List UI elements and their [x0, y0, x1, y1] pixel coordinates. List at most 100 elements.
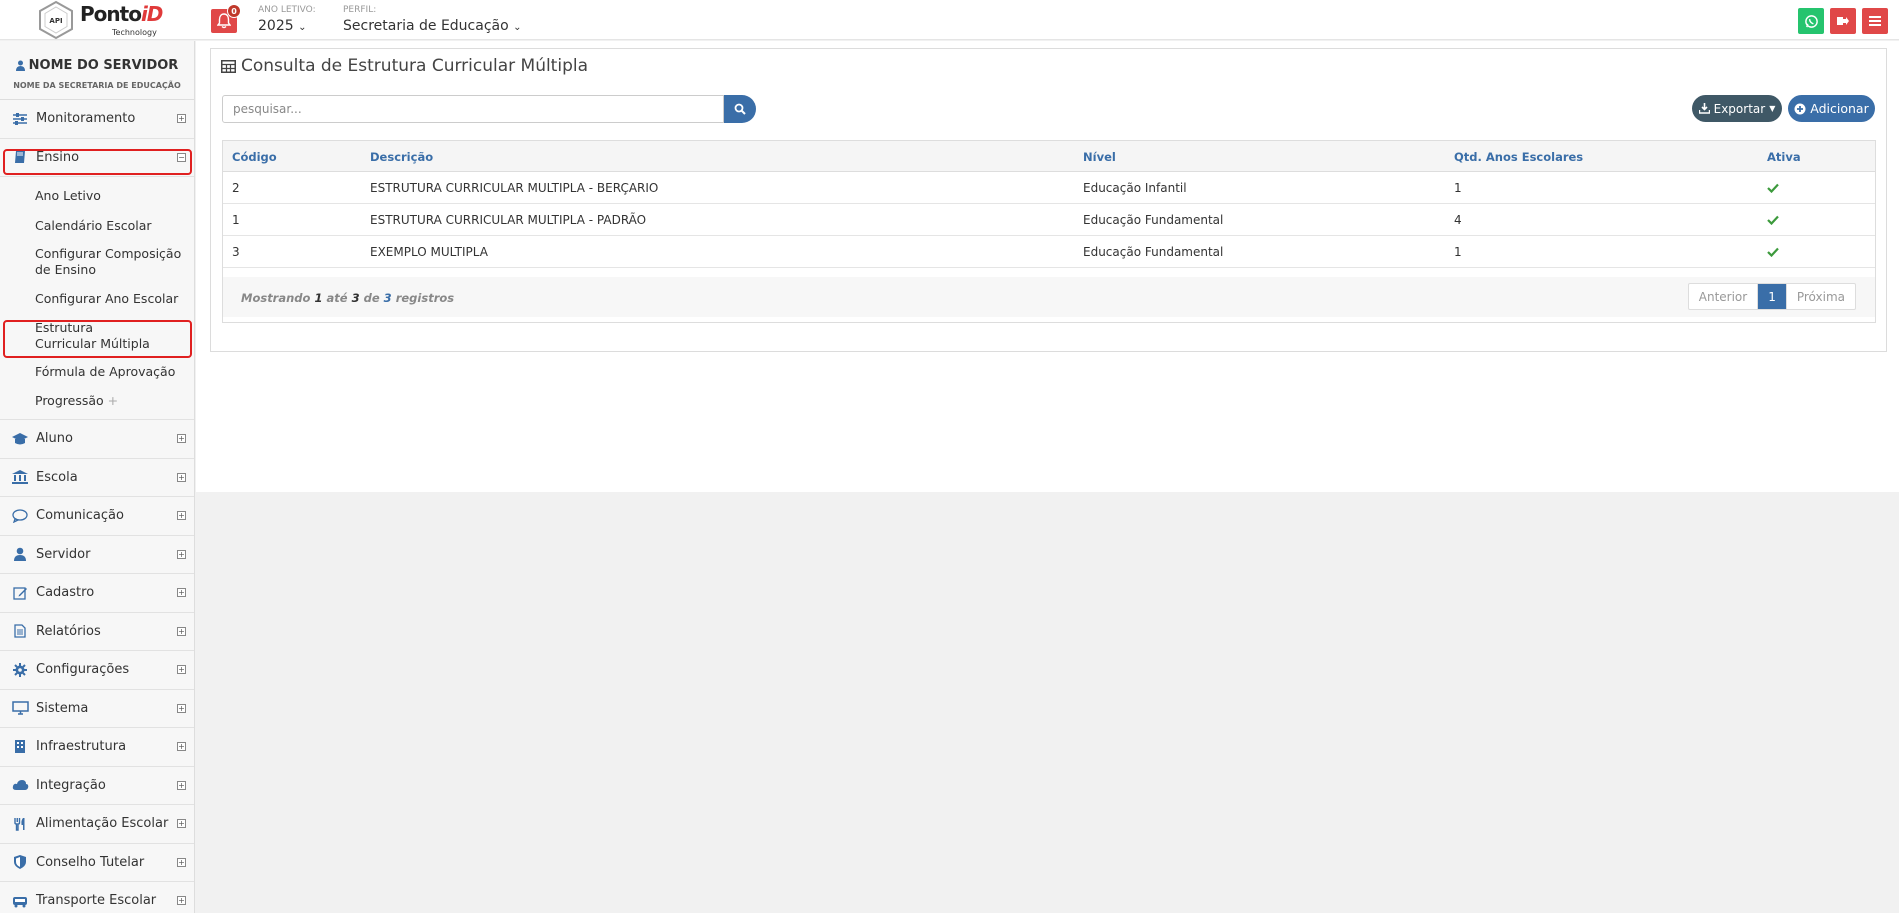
- records-info: Mostrando 1 até 3 de 3 registros: [241, 291, 455, 305]
- cell-descricao: ESTRUTURA CURRICULAR MULTIPLA - PADRÃO: [370, 213, 647, 227]
- whatsapp-button[interactable]: [1798, 8, 1824, 34]
- sidebar-subitem-ano-letivo[interactable]: Ano Letivo: [0, 181, 194, 212]
- column-header-descricao[interactable]: Descrição: [370, 150, 433, 164]
- sidebar-item-cadastro[interactable]: Cadastro +: [0, 574, 194, 613]
- logo-hex-icon: API: [39, 0, 73, 40]
- search-button[interactable]: [724, 95, 756, 123]
- sidebar-item-alimentacao-escolar[interactable]: Alimentação Escolar +: [0, 805, 194, 844]
- sidebar-item-transporte-escolar[interactable]: Transporte Escolar +: [0, 882, 194, 913]
- download-icon: [1698, 103, 1710, 114]
- expand-icon[interactable]: +: [177, 819, 186, 828]
- hamburger-icon: [1869, 16, 1881, 26]
- search-input[interactable]: [222, 95, 724, 123]
- cell-nivel: Educação Fundamental: [1083, 245, 1224, 259]
- results-table: Código Descrição Nível Qtd. Anos Escolar…: [222, 140, 1876, 323]
- file-text-icon: [10, 623, 30, 639]
- perfil-select[interactable]: Secretaria de Educação ⌄: [343, 18, 522, 34]
- sidebar-subitem-progressao[interactable]: Progressão +: [0, 387, 194, 415]
- cell-nivel: Educação Fundamental: [1083, 213, 1224, 227]
- search-icon: [734, 103, 746, 115]
- cell-qtd: 1: [1454, 245, 1462, 259]
- chat-bubble-icon: [10, 508, 30, 524]
- add-button[interactable]: Adicionar: [1788, 95, 1875, 122]
- sidebar-item-integracao[interactable]: Integração +: [0, 767, 194, 805]
- expand-icon[interactable]: +: [177, 511, 186, 520]
- cell-qtd: 1: [1454, 181, 1462, 195]
- logo[interactable]: API PontoiD Technology: [36, 0, 163, 40]
- ano-letivo-select[interactable]: 2025 ⌄: [258, 18, 306, 34]
- table-row[interactable]: 1 ESTRUTURA CURRICULAR MULTIPLA - PADRÃO…: [223, 204, 1875, 236]
- gear-icon: [10, 662, 30, 678]
- sidebar-item-ensino[interactable]: Ensino −: [0, 139, 194, 177]
- sidebar-item-conselho-tutelar[interactable]: Conselho Tutelar +: [0, 844, 194, 882]
- user-name: NOME DO SERVIDOR: [28, 58, 179, 73]
- user-secretaria: NOME DA SECRETARIA DE EDUCAÇÃO: [13, 81, 181, 90]
- collapse-icon[interactable]: −: [177, 152, 186, 162]
- expand-icon[interactable]: +: [177, 742, 186, 751]
- chevron-down-icon: ⌄: [513, 22, 522, 33]
- sidebar-item-sistema[interactable]: Sistema +: [0, 690, 194, 728]
- expand-icon[interactable]: +: [177, 114, 186, 123]
- perfil-label: PERFIL:: [343, 5, 377, 15]
- logo-subtitle: Technology: [112, 28, 157, 37]
- sidebar-subitem-configurar-ano-escolar[interactable]: Configurar Ano Escolar: [0, 285, 194, 314]
- expand-icon[interactable]: +: [177, 588, 186, 597]
- sidebar-item-infraestrutura[interactable]: Infraestrutura +: [0, 728, 194, 767]
- expand-icon[interactable]: +: [177, 665, 186, 674]
- column-header-nivel[interactable]: Nível: [1083, 150, 1116, 164]
- ano-letivo-label: ANO LETIVO:: [258, 5, 316, 15]
- table-row[interactable]: 2 ESTRUTURA CURRICULAR MULTIPLA - BERÇAR…: [223, 172, 1875, 204]
- sidebar-subitem-formula-aprovacao[interactable]: Fórmula de Aprovação: [0, 358, 194, 387]
- expand-icon[interactable]: +: [177, 626, 186, 636]
- sidebar-item-monitoramento[interactable]: Monitoramento +: [0, 100, 194, 139]
- pagination-next[interactable]: Próxima: [1785, 284, 1855, 309]
- expand-icon[interactable]: +: [177, 472, 186, 482]
- notifications-badge: 0: [227, 4, 241, 18]
- column-header-ativa[interactable]: Ativa: [1767, 150, 1801, 164]
- plus-circle-icon: [1794, 103, 1806, 114]
- cell-qtd: 4: [1454, 213, 1462, 227]
- expand-icon[interactable]: +: [177, 703, 186, 713]
- sidebar-subitem-configurar-composicao[interactable]: Configurar Composição de Ensino: [0, 241, 194, 285]
- logo-text: PontoiD: [80, 2, 163, 26]
- pagination-prev[interactable]: Anterior: [1689, 284, 1757, 309]
- table-row[interactable]: 3 EXEMPLO MULTIPLA Educação Fundamental …: [223, 236, 1875, 268]
- sidebar-item-aluno[interactable]: Aluno +: [0, 420, 194, 459]
- top-bar: API PontoiD Technology 0 ANO LETIVO: 202…: [0, 0, 1899, 40]
- check-icon: [1767, 182, 1779, 196]
- expand-icon[interactable]: +: [177, 896, 186, 905]
- table-icon: [221, 59, 236, 73]
- pagination-page-1[interactable]: 1: [1757, 284, 1786, 309]
- column-header-qtd-anos[interactable]: Qtd. Anos Escolares: [1454, 150, 1583, 164]
- caret-down-icon: ▼: [1769, 104, 1776, 113]
- sidebar-subitem-calendario-escolar[interactable]: Calendário Escolar: [0, 212, 194, 241]
- cell-codigo: 3: [232, 245, 240, 259]
- column-header-codigo[interactable]: Código: [232, 150, 277, 164]
- sidebar: NOME DO SERVIDOR NOME DA SECRETARIA DE E…: [0, 41, 195, 913]
- sidebar-subitem-estrutura-curricular-multipla[interactable]: Estrutura Curricular Múltipla: [0, 314, 194, 358]
- export-button[interactable]: Exportar ▼: [1692, 95, 1782, 122]
- sidebar-item-configuracoes[interactable]: Configurações +: [0, 651, 194, 690]
- ensino-submenu: Ano Letivo Calendário Escolar Configurar…: [0, 177, 194, 420]
- sidebar-item-escola[interactable]: Escola +: [0, 459, 194, 497]
- logout-button[interactable]: [1830, 8, 1856, 34]
- graduation-cap-icon: [10, 431, 30, 447]
- sidebar-item-relatorios[interactable]: Relatórios +: [0, 613, 194, 651]
- cloud-icon: [10, 777, 30, 793]
- monitor-icon: [10, 700, 30, 716]
- chevron-down-icon: ⌄: [298, 22, 307, 33]
- expand-icon[interactable]: +: [177, 549, 186, 559]
- sliders-icon: [10, 111, 30, 127]
- expand-icon[interactable]: +: [177, 857, 186, 867]
- cell-descricao: EXEMPLO MULTIPLA: [370, 245, 488, 259]
- expand-icon[interactable]: +: [177, 434, 186, 443]
- cutlery-icon: [10, 816, 30, 832]
- menu-button[interactable]: [1862, 8, 1888, 34]
- bus-icon: [10, 893, 30, 909]
- sidebar-item-servidor[interactable]: Servidor +: [0, 536, 194, 574]
- expand-icon[interactable]: +: [177, 780, 186, 790]
- sidebar-item-comunicacao[interactable]: Comunicação +: [0, 497, 194, 536]
- expand-icon[interactable]: +: [108, 393, 118, 408]
- cell-descricao: ESTRUTURA CURRICULAR MULTIPLA - BERÇARIO: [370, 181, 659, 195]
- building-icon: [10, 739, 30, 755]
